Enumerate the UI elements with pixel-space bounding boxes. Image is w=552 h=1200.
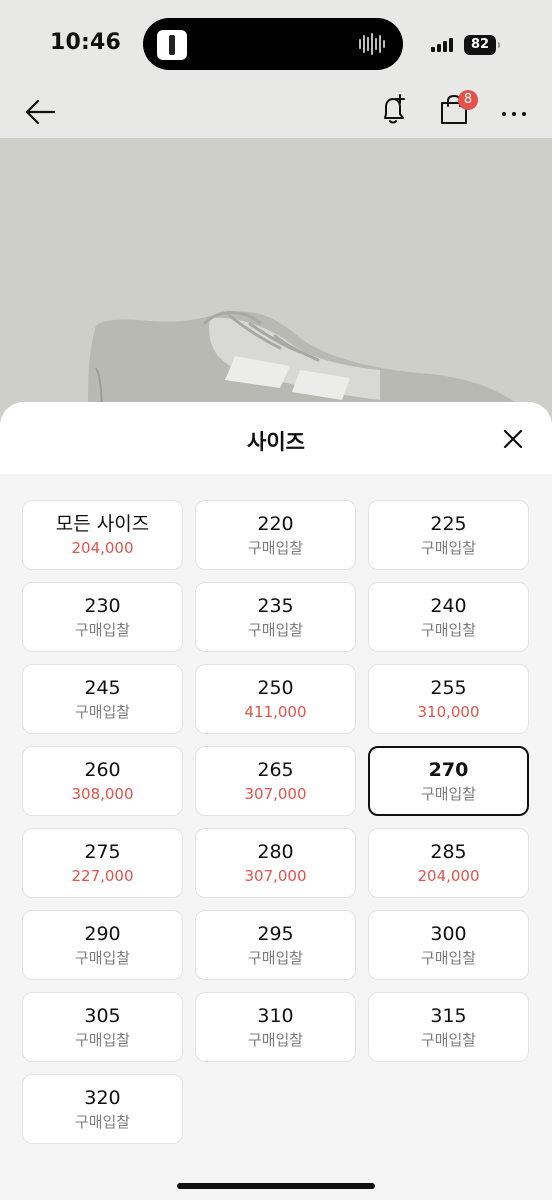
dynamic-island: [143, 18, 403, 70]
size-bid-label: 구매입찰: [74, 1112, 131, 1131]
size-option[interactable]: 320 구매입찰: [22, 1074, 183, 1144]
size-bid-label: 구매입찰: [420, 620, 477, 639]
size-option[interactable]: 290 구매입찰: [22, 910, 183, 980]
size-option[interactable]: 305 구매입찰: [22, 992, 183, 1062]
size-label: 모든 사이즈: [55, 512, 150, 535]
size-label: 265: [257, 758, 294, 781]
size-bottom-sheet: 사이즈 모든 사이즈 204,000 220 구매입찰 225 구매입찰 230 구매입찰 23…: [0, 402, 552, 1200]
size-bid-label: 구매입찰: [247, 538, 304, 557]
close-icon[interactable]: [498, 424, 528, 454]
status-time: 10:46: [50, 30, 122, 55]
back-arrow-icon[interactable]: [22, 94, 58, 130]
size-option[interactable]: 280 307,000: [195, 828, 356, 898]
size-option[interactable]: 230 구매입찰: [22, 582, 183, 652]
size-price: 307,000: [244, 784, 307, 803]
size-label: 280: [257, 840, 294, 863]
size-price: 204,000: [71, 538, 134, 557]
size-label: 220: [257, 512, 294, 535]
size-label: 270: [428, 758, 469, 781]
size-option[interactable]: 240 구매입찰: [368, 582, 529, 652]
size-label: 290: [84, 922, 121, 945]
size-label: 300: [430, 922, 467, 945]
battery-icon: 82: [464, 35, 500, 55]
bell-plus-icon[interactable]: [376, 92, 412, 128]
size-option[interactable]: 285 204,000: [368, 828, 529, 898]
product-image: [0, 138, 552, 438]
size-option[interactable]: 270 구매입찰: [368, 746, 529, 816]
size-grid: 모든 사이즈 204,000 220 구매입찰 225 구매입찰 230 구매입찰 235 구매입…: [22, 500, 530, 1144]
app-icon: [157, 30, 187, 60]
sheet-title: 사이즈: [247, 430, 305, 454]
size-label: 295: [257, 922, 294, 945]
size-bid-label: 구매입찰: [420, 948, 477, 967]
signal-icon: [431, 38, 457, 52]
size-label: 315: [430, 1004, 467, 1027]
size-label: 225: [430, 512, 467, 535]
size-price: 411,000: [244, 702, 307, 721]
size-option[interactable]: 315 구매입찰: [368, 992, 529, 1062]
size-label: 310: [257, 1004, 294, 1027]
size-label: 305: [84, 1004, 121, 1027]
size-option[interactable]: 300 구매입찰: [368, 910, 529, 980]
size-option[interactable]: 295 구매입찰: [195, 910, 356, 980]
size-bid-label: 구매입찰: [74, 1030, 131, 1049]
size-label: 260: [84, 758, 121, 781]
status-bar: 10:46 82: [0, 0, 552, 90]
size-label: 250: [257, 676, 294, 699]
size-bid-label: 구매입찰: [420, 1030, 477, 1049]
size-option[interactable]: 310 구매입찰: [195, 992, 356, 1062]
more-icon[interactable]: [496, 96, 532, 132]
size-bid-label: 구매입찰: [247, 948, 304, 967]
size-price: 227,000: [71, 866, 134, 885]
audio-wave-icon: [359, 32, 387, 56]
size-bid-label: 구매입찰: [247, 620, 304, 639]
size-bid-label: 구매입찰: [420, 784, 477, 803]
size-bid-label: 구매입찰: [74, 948, 131, 967]
size-bid-label: 구매입찰: [420, 538, 477, 557]
home-indicator[interactable]: [177, 1183, 375, 1189]
size-bid-label: 구매입찰: [74, 702, 131, 721]
size-option[interactable]: 275 227,000: [22, 828, 183, 898]
sheet-header: 사이즈: [0, 402, 552, 474]
size-label: 275: [84, 840, 121, 863]
size-label: 235: [257, 594, 294, 617]
size-price: 307,000: [244, 866, 307, 885]
size-bid-label: 구매입찰: [247, 1030, 304, 1049]
size-option[interactable]: 모든 사이즈 204,000: [22, 500, 183, 570]
size-bid-label: 구매입찰: [74, 620, 131, 639]
size-price: 308,000: [71, 784, 134, 803]
size-option[interactable]: 255 310,000: [368, 664, 529, 734]
battery-level: 82: [470, 37, 490, 52]
size-option[interactable]: 235 구매입찰: [195, 582, 356, 652]
size-label: 285: [430, 840, 467, 863]
size-option[interactable]: 225 구매입찰: [368, 500, 529, 570]
size-label: 240: [430, 594, 467, 617]
nav-bar: 8: [0, 90, 552, 138]
size-option[interactable]: 245 구매입찰: [22, 664, 183, 734]
size-option[interactable]: 260 308,000: [22, 746, 183, 816]
size-option[interactable]: 250 411,000: [195, 664, 356, 734]
size-label: 255: [430, 676, 467, 699]
size-label: 320: [84, 1086, 121, 1109]
size-label: 230: [84, 594, 121, 617]
product-image-area: [0, 138, 552, 438]
size-price: 310,000: [417, 702, 480, 721]
size-option[interactable]: 220 구매입찰: [195, 500, 356, 570]
size-price: 204,000: [417, 866, 480, 885]
cart-count-badge: 8: [458, 90, 478, 110]
size-label: 245: [84, 676, 121, 699]
size-option[interactable]: 265 307,000: [195, 746, 356, 816]
